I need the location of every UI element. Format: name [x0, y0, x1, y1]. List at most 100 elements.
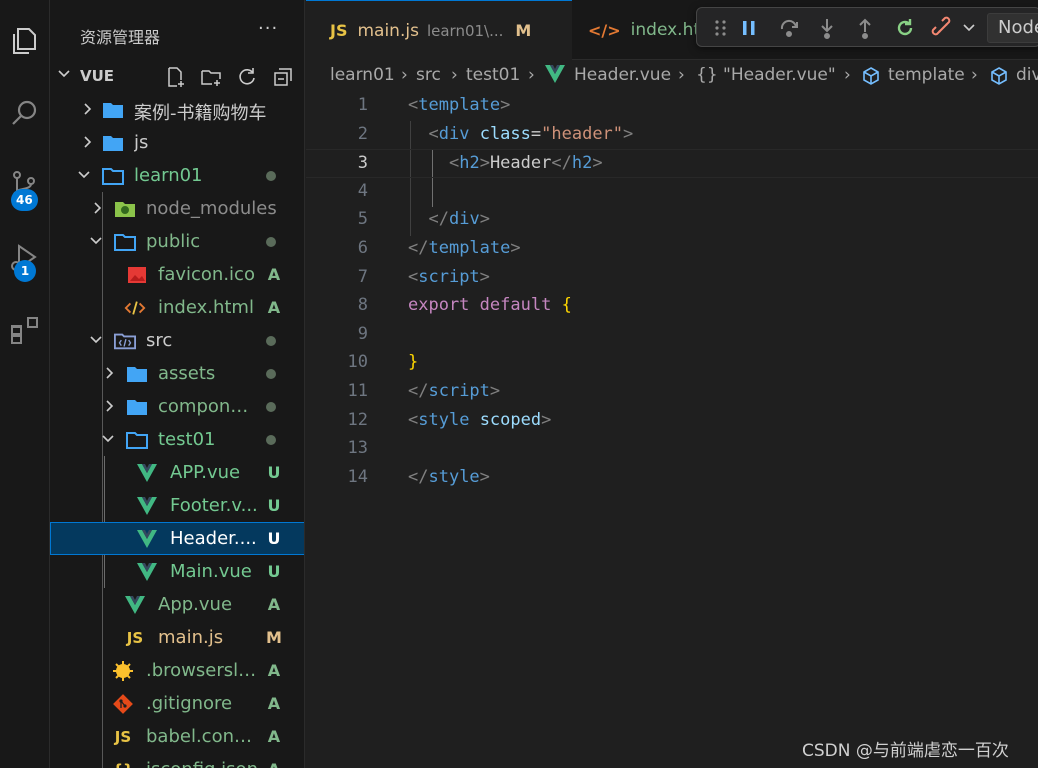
chevron-down-icon: [76, 167, 92, 183]
extensions-icon[interactable]: [0, 304, 50, 354]
line-number: 6: [357, 238, 368, 258]
code-line: 2 <div class="header">: [306, 121, 1038, 150]
tree-file-footer-vue[interactable]: Footer.v... U: [50, 489, 304, 522]
new-file-icon[interactable]: [162, 64, 188, 90]
breadcrumb-item[interactable]: src: [416, 65, 441, 85]
tree-item-label: test01: [158, 429, 216, 450]
code-line: 13: [306, 435, 1038, 464]
js-file-icon: JS: [126, 629, 144, 647]
chevron-right-icon: [80, 101, 96, 117]
tab-main-js[interactable]: JS main.js learn01\... M: [306, 0, 572, 60]
tree-item-label: .browserslis...: [146, 660, 260, 681]
chevron-right-icon: [90, 200, 106, 216]
folder-open-icon: [102, 165, 124, 187]
tree-item-label: App.vue: [158, 594, 233, 615]
tree-file-header-vue[interactable]: Header.... U: [50, 522, 304, 555]
line-number: 4: [357, 180, 368, 201]
breadcrumb-item[interactable]: Header.vue: [574, 65, 671, 85]
js-file-icon: JS: [330, 21, 348, 40]
breadcrumb-item[interactable]: div: [1016, 65, 1038, 85]
debug-target-select[interactable]: Node: [987, 13, 1038, 43]
step-over-icon[interactable]: [777, 16, 801, 40]
tab-modified-indicator: M: [515, 21, 532, 40]
tree-item-label: APP.vue: [170, 462, 241, 483]
tree-item-label: Footer.v...: [170, 495, 258, 516]
git-status: U: [267, 562, 281, 581]
breadcrumb-item[interactable]: {} "Header.vue": [696, 65, 836, 85]
vue-file-icon: [124, 594, 146, 616]
tree-item-label: assets: [158, 363, 216, 384]
code-line: 7 <script>: [306, 264, 1038, 293]
tree-item-label: babel.confi...: [146, 726, 260, 747]
line-number: 8: [357, 295, 368, 316]
step-out-icon[interactable]: [853, 16, 877, 40]
tree-item-label: .gitignore: [146, 693, 233, 714]
drag-handle-icon[interactable]: [709, 16, 733, 40]
folder-open-icon: [126, 429, 148, 451]
tree-item-label: learn01: [134, 165, 203, 186]
refresh-icon[interactable]: [234, 64, 260, 90]
code-text: </div>: [428, 209, 490, 230]
tree-file-jsconfig[interactable]: {} jsconfig.json A: [50, 753, 304, 768]
tree-file-main-vue[interactable]: Main.vue U: [50, 555, 304, 588]
tree-file-favicon[interactable]: favicon.ico A: [50, 258, 304, 291]
tree-folder-learn01[interactable]: learn01: [50, 159, 304, 192]
more-actions-button[interactable]: ···: [258, 18, 278, 39]
tree-file-main-js[interactable]: JS main.js M: [50, 621, 304, 654]
step-into-icon[interactable]: [815, 16, 839, 40]
tree-folder-node-modules[interactable]: node_modules: [50, 192, 304, 225]
git-status: A: [267, 727, 281, 746]
breadcrumb-item[interactable]: learn01: [330, 65, 395, 85]
search-icon[interactable]: [0, 88, 50, 138]
vue-file-icon: [136, 495, 158, 517]
debug-toolbar: Node: [696, 7, 1038, 47]
code-text: <script>: [408, 266, 490, 287]
tree-folder-js[interactable]: js: [50, 126, 304, 159]
code-text: </script>: [408, 381, 501, 401]
tab-label: main.js: [357, 20, 419, 41]
git-status: A: [267, 694, 281, 713]
explorer-icon[interactable]: [0, 16, 50, 66]
line-number: 7: [357, 266, 368, 287]
tree-folder-src[interactable]: src: [50, 324, 304, 357]
html-file-icon: </>: [588, 20, 621, 40]
chevron-right-icon: [80, 134, 96, 150]
tree-item-label: main.js: [158, 627, 224, 648]
breadcrumb: learn01 › src › test01 › Header.vue › {}…: [306, 60, 1038, 92]
collapse-all-icon[interactable]: [270, 64, 296, 90]
tree-folder-test01[interactable]: test01: [50, 423, 304, 456]
source-control-badge: 46: [11, 189, 38, 211]
tree-folder-components[interactable]: compone...: [50, 390, 304, 423]
code-text: }: [408, 352, 419, 373]
tree-file-browserslistrc[interactable]: .browserslis... A: [50, 654, 304, 687]
git-status: U: [267, 529, 281, 548]
tree-file-app-vue[interactable]: App.vue A: [50, 588, 304, 621]
tree-file-index-html[interactable]: index.html A: [50, 291, 304, 324]
tab-index-html[interactable]: </> index.html: [572, 0, 721, 60]
json-file-icon: {}: [112, 759, 134, 768]
chevron-down-icon: [100, 431, 116, 447]
tree-file-app-vue-upper[interactable]: APP.vue U: [50, 456, 304, 489]
code-text: <h2>Header</h2>: [448, 153, 603, 174]
tree-item-label: node_modules: [146, 198, 277, 219]
chevron-down-icon[interactable]: [957, 16, 981, 40]
breadcrumb-item[interactable]: test01: [466, 65, 520, 85]
workspace-section-header[interactable]: VUE: [50, 60, 304, 93]
tree-folder-books-cart[interactable]: 案例-书籍购物车: [50, 93, 304, 126]
pause-icon[interactable]: [737, 16, 761, 40]
tree-file-gitignore[interactable]: .gitignore A: [50, 687, 304, 720]
status-dot: [266, 237, 276, 247]
tree-file-babel-config[interactable]: JS babel.confi... A: [50, 720, 304, 753]
tree-folder-assets[interactable]: assets: [50, 357, 304, 390]
restart-icon[interactable]: [893, 16, 917, 40]
git-status: A: [267, 298, 281, 317]
disconnect-icon[interactable]: [931, 16, 955, 40]
breadcrumb-item[interactable]: template: [888, 65, 965, 85]
new-folder-icon[interactable]: [198, 64, 224, 90]
code-line: 14 </style>: [306, 464, 1038, 493]
tree-folder-public[interactable]: public: [50, 225, 304, 258]
code-editor[interactable]: 1 <template> 2 <div class="header"> 3 <h…: [306, 92, 1038, 768]
line-number: 3: [357, 153, 368, 174]
git-status: A: [267, 595, 281, 614]
status-dot: [266, 171, 276, 181]
